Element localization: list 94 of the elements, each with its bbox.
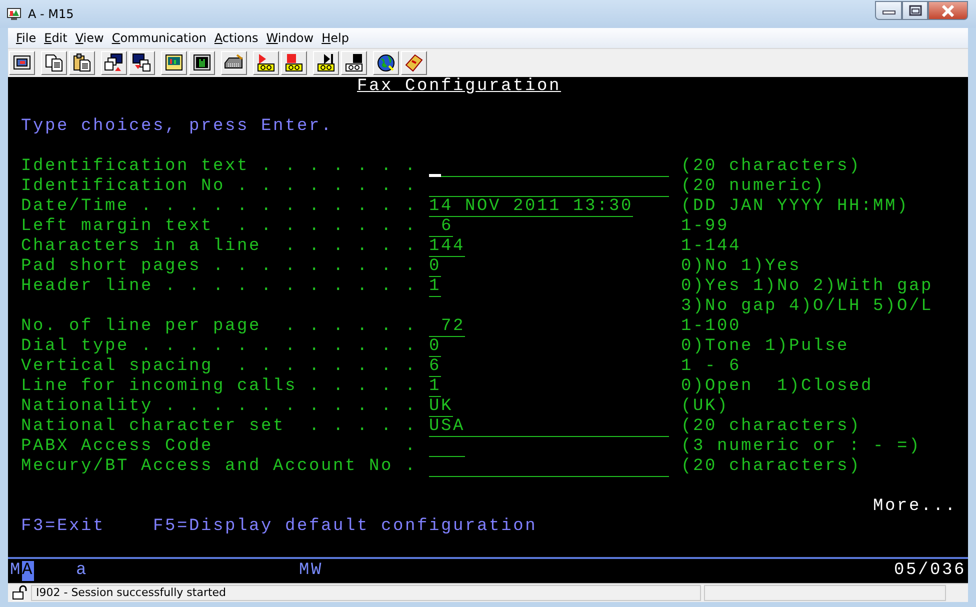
copy-icon (44, 53, 64, 73)
keyboard-button[interactable] (221, 51, 247, 75)
cursor-position: 05/036 (894, 561, 967, 581)
field-hint: 3)No gap 4)O/LH 5)O/L (681, 297, 934, 317)
field-label: Characters in a line . . . . . . (21, 237, 418, 257)
field-hint: (20 numeric) (681, 177, 826, 197)
stop-tape-button[interactable] (341, 51, 367, 75)
tag-icon (404, 53, 424, 73)
field-label: Pad short pages . . . . . . . . . (21, 257, 418, 277)
field-label: Identification No . . . . . . . . (21, 177, 418, 197)
menu-item[interactable]: Actions (212, 31, 264, 45)
screen-title: Fax Configuration (357, 77, 562, 97)
field-label: Dial type . . . . . . . . . . . . (21, 337, 418, 357)
field-hint: (20 characters) (681, 457, 862, 477)
screens-up-icon (104, 53, 124, 73)
display-button[interactable] (9, 51, 35, 75)
input-field[interactable]: 14 NOV 2011 13:30 (429, 197, 633, 217)
chart-screen-button[interactable] (161, 51, 187, 75)
input-field[interactable]: 72 (429, 317, 465, 337)
chart-screen-icon (164, 53, 184, 73)
window-title: A - M15 (28, 7, 75, 21)
close-icon (941, 4, 955, 16)
mode-indicator: MW (299, 561, 324, 581)
field-hint: (UK) (681, 397, 730, 417)
instruction-text: Type choices, press Enter. (21, 117, 334, 137)
stop-tape-icon (284, 53, 304, 73)
field-label: No. of line per page . . . . . . (21, 317, 418, 337)
menu-item[interactable]: Edit (42, 31, 74, 45)
field-hint: 0)No 1)Yes (681, 257, 802, 277)
field-hint: (20 characters) (681, 157, 862, 177)
input-field[interactable]: 6 (429, 357, 441, 377)
screens-down-icon (132, 53, 152, 73)
field-label: Header line . . . . . . . . . . . (21, 277, 418, 297)
grid-screen-button[interactable] (189, 51, 215, 75)
minimize-button[interactable] (875, 1, 902, 20)
field-label: Date/Time . . . . . . . . . . . . (21, 197, 418, 217)
stop-tape-icon (344, 53, 364, 73)
function-key-hint: F5=Display default configuration (153, 517, 538, 537)
field-label: PABX Access Code . (21, 437, 418, 457)
field-label: National character set . . . . . (21, 417, 418, 437)
status-indicator: A (22, 561, 34, 581)
input-field[interactable]: 1 (429, 377, 441, 397)
field-hint: 1-99 (681, 217, 730, 237)
field-label: Identification text . . . . . . . (21, 157, 418, 177)
maximize-icon (908, 5, 922, 16)
input-field[interactable]: 0 (429, 257, 441, 277)
field-hint: (DD JAN YYYY HH:MM) (681, 197, 910, 217)
field-label: Mecury/BT Access and Account No . (21, 457, 418, 477)
field-label: Left margin text . . . . . . . . (21, 217, 418, 237)
status-message: I902 - Session successfully started (31, 585, 701, 601)
globe-icon (376, 53, 396, 73)
menu-item[interactable]: Communication (110, 31, 212, 45)
copy-button[interactable] (41, 51, 67, 75)
field-hint: 0)Yes 1)No 2)With gap (681, 277, 934, 297)
field-hint: 0)Tone 1)Pulse (681, 337, 850, 357)
screens-down-button[interactable] (129, 51, 155, 75)
play-tape-icon (256, 53, 276, 73)
field-label: Nationality . . . . . . . . . . . (21, 397, 418, 417)
paste-button[interactable] (69, 51, 95, 75)
input-field[interactable]: 144 (429, 237, 465, 257)
input-field[interactable]: USA (429, 417, 669, 437)
field-hint: (3 numeric or : - =) (681, 437, 922, 457)
field-hint: 1-144 (681, 237, 742, 257)
menu-item[interactable]: File (14, 31, 42, 45)
menu-item[interactable]: Window (264, 31, 320, 45)
paste-icon (72, 53, 92, 73)
close-button[interactable] (928, 1, 968, 20)
shift-indicator: a (76, 561, 88, 581)
menu-item[interactable]: Help (320, 31, 355, 45)
status-indicator: M (10, 561, 22, 581)
field-label: Line for incoming calls . . . . . (21, 377, 418, 397)
more-indicator: More... (873, 497, 958, 517)
field-hint: 0)Open 1)Closed (681, 377, 874, 397)
function-key-hint: F3=Exit (21, 517, 106, 537)
input-field[interactable]: 1 (429, 277, 441, 297)
app-icon (6, 6, 22, 22)
stop-tape-button[interactable] (281, 51, 307, 75)
play-tape-button[interactable] (253, 51, 279, 75)
tag-button[interactable] (401, 51, 427, 75)
screens-up-button[interactable] (101, 51, 127, 75)
input-field[interactable]: 6 (429, 217, 453, 237)
grid-screen-icon (192, 53, 212, 73)
maximize-button[interactable] (902, 1, 928, 20)
unlock-icon (12, 585, 28, 601)
field-label: Vertical spacing . . . . . . . . (21, 357, 418, 377)
field-hint: (20 characters) (681, 417, 862, 437)
field-hint: 1 - 6 (681, 357, 742, 377)
input-field[interactable]: UK (429, 397, 453, 417)
globe-button[interactable] (373, 51, 399, 75)
input-field[interactable]: 0 (429, 337, 441, 357)
next-tape-icon (316, 53, 336, 73)
field-hint: 1-100 (681, 317, 742, 337)
menu-item[interactable]: View (73, 31, 110, 45)
next-tape-button[interactable] (313, 51, 339, 75)
